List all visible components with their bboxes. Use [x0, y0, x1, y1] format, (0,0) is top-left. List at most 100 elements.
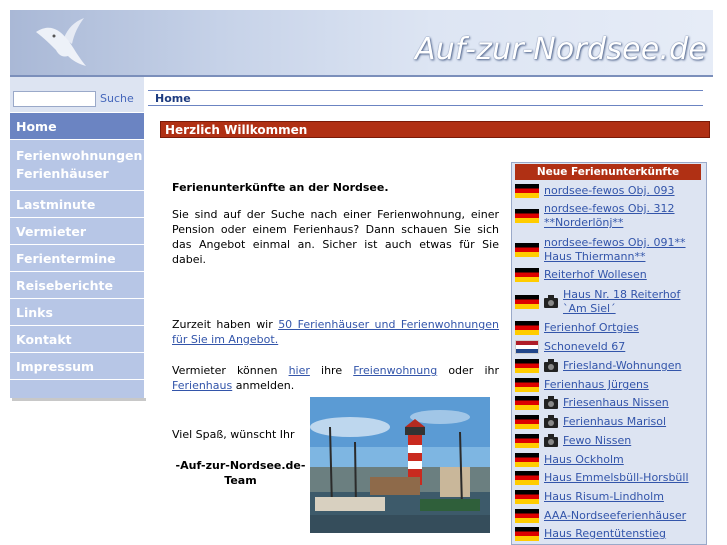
- listing-link[interactable]: Ferienhaus Marisol: [563, 415, 705, 429]
- listing-item[interactable]: Haus Nr. 18 Reiterhof `Am Siel´: [515, 286, 705, 318]
- landlord-suffix: anmelden.: [232, 379, 295, 392]
- germany-flag-icon: [515, 396, 539, 410]
- germany-flag-icon: [515, 321, 539, 335]
- team-signature: -Auf-zur-Nordsee.de- Team: [172, 458, 309, 488]
- nav-lastminute[interactable]: Lastminute: [10, 190, 144, 217]
- germany-flag-icon: [515, 184, 539, 198]
- nav-reiseberichte[interactable]: Reiseberichte: [10, 271, 144, 298]
- nav-impressum-label: Impressum: [16, 359, 95, 374]
- nav-home[interactable]: Home: [10, 112, 144, 139]
- listing-item[interactable]: Schoneveld 67: [515, 338, 705, 356]
- landlord-prefix: Vermieter können: [172, 364, 289, 377]
- search-button[interactable]: Suche: [100, 92, 134, 105]
- camera-icon: [544, 295, 558, 308]
- nav-impressum[interactable]: Impressum: [10, 352, 144, 379]
- germany-flag-icon: [515, 268, 539, 282]
- listing-item[interactable]: nordsee-fewos Obj. 093: [515, 182, 705, 200]
- germany-flag-icon: [515, 295, 539, 309]
- farewell-text: Viel Spaß, wünscht Ihr: [172, 428, 295, 441]
- listing-item[interactable]: Fewo Nissen: [515, 432, 705, 450]
- listing-item[interactable]: Friesland-Wohnungen: [515, 357, 705, 375]
- germany-flag-icon: [515, 415, 539, 429]
- main-content: Ferienunterkünfte an der Nordsee. Sie si…: [172, 180, 499, 393]
- landlord-middle1: ihre: [309, 364, 354, 377]
- team-line1: -Auf-zur-Nordsee.de-: [175, 459, 306, 472]
- listing-item[interactable]: Reiterhof Wollesen: [515, 266, 705, 284]
- listing-item[interactable]: Haus Ockholm: [515, 451, 705, 469]
- listing-item[interactable]: Friesenhaus Nissen: [515, 394, 705, 412]
- listing-link[interactable]: Haus Risum-Lindholm: [544, 490, 705, 504]
- germany-flag-icon: [515, 527, 539, 541]
- nav-kontakt-label: Kontakt: [16, 332, 72, 347]
- nav-lastminute-label: Lastminute: [16, 197, 96, 212]
- count-paragraph: Zurzeit haben wir 50 Ferienhäuser und Fe…: [172, 317, 499, 347]
- listing-link[interactable]: Fewo Nissen: [563, 434, 705, 448]
- landlord-paragraph: Vermieter können hier ihre Freienwohnung…: [172, 363, 499, 393]
- new-listings-title: Neue Ferienunterkünfte: [515, 164, 701, 180]
- germany-flag-icon: [515, 453, 539, 467]
- sidebar: Suche Home Ferienwohnungen Ferienhäuser …: [10, 77, 144, 398]
- site-title[interactable]: Auf-zur-Nordsee.de: [415, 32, 707, 67]
- listing-link[interactable]: AAA-Nordseeferienhäuser: [544, 509, 705, 523]
- breadcrumb[interactable]: Home: [155, 92, 191, 105]
- landlord-middle2: oder ihr: [437, 364, 500, 377]
- germany-flag-icon: [515, 434, 539, 448]
- listing-link[interactable]: Friesland-Wohnungen: [563, 359, 705, 373]
- listing-link[interactable]: Ferienhaus Jürgens: [544, 378, 705, 392]
- listing-item[interactable]: Ferienhaus Marisol: [515, 413, 705, 431]
- nav-filler: [10, 379, 144, 398]
- seagull-logo-icon: [36, 18, 86, 67]
- listing-item[interactable]: Haus Risum-Lindholm: [515, 488, 705, 506]
- nav-ferientermine[interactable]: Ferientermine: [10, 244, 144, 271]
- camera-icon: [544, 359, 558, 372]
- nav-reiseberichte-label: Reiseberichte: [16, 278, 113, 293]
- listing-link[interactable]: Friesenhaus Nissen: [563, 396, 705, 410]
- landlord-fewo-link[interactable]: Freienwohnung: [353, 364, 437, 377]
- germany-flag-icon: [515, 471, 539, 485]
- netherlands-flag-icon: [515, 340, 539, 354]
- germany-flag-icon: [515, 243, 539, 257]
- nav-links[interactable]: Links: [10, 298, 144, 325]
- germany-flag-icon: [515, 209, 539, 223]
- listing-item[interactable]: AAA-Nordseeferienhäuser: [515, 507, 705, 525]
- listing-link[interactable]: Haus Ockholm: [544, 453, 705, 467]
- germany-flag-icon: [515, 490, 539, 504]
- camera-icon: [544, 415, 558, 428]
- listing-item[interactable]: Ferienhof Ortgies: [515, 319, 705, 337]
- nav-ferienwohnungen[interactable]: Ferienwohnungen Ferienhäuser: [10, 139, 144, 190]
- listing-link[interactable]: nordsee-fewos Obj. 312 **Norderlönj**: [544, 202, 705, 230]
- listing-item[interactable]: nordsee-fewos Obj. 312 **Norderlönj**: [515, 200, 705, 232]
- listing-item[interactable]: Haus Emmelsbüll-Horsbüll: [515, 469, 705, 487]
- germany-flag-icon: [515, 378, 539, 392]
- listing-link[interactable]: Reiterhof Wollesen: [544, 268, 705, 282]
- nav-ferienwohnungen-label: Ferienwohnungen Ferienhäuser: [16, 148, 143, 181]
- germany-flag-icon: [515, 359, 539, 373]
- nav-kontakt[interactable]: Kontakt: [10, 325, 144, 352]
- listing-item[interactable]: nordsee-fewos Obj. 091** Haus Thiermann*…: [515, 234, 705, 266]
- nav-vermieter-label: Vermieter: [16, 224, 87, 239]
- count-prefix: Zurzeit haben wir: [172, 318, 279, 331]
- breadcrumb-bar: [148, 90, 703, 106]
- welcome-title: Herzlich Willkommen: [165, 123, 308, 137]
- camera-icon: [544, 434, 558, 447]
- listing-link[interactable]: Haus Regentütenstieg: [544, 527, 705, 541]
- content-heading: Ferienunterkünfte an der Nordsee.: [172, 181, 389, 194]
- listing-link[interactable]: nordsee-fewos Obj. 091** Haus Thiermann*…: [544, 236, 705, 264]
- listing-link[interactable]: Haus Emmelsbüll-Horsbüll: [544, 471, 705, 485]
- landlord-here-link[interactable]: hier: [289, 364, 310, 377]
- landlord-haus-link[interactable]: Ferienhaus: [172, 379, 232, 392]
- nav-vermieter[interactable]: Vermieter: [10, 217, 144, 244]
- sidebar-shadow: [12, 398, 146, 401]
- germany-flag-icon: [515, 509, 539, 523]
- search-input[interactable]: [13, 91, 96, 107]
- listing-item[interactable]: Ferienhaus Jürgens: [515, 376, 705, 394]
- nav-home-label: Home: [16, 119, 57, 134]
- listing-link[interactable]: Ferienhof Ortgies: [544, 321, 705, 335]
- listing-link[interactable]: Schoneveld 67: [544, 340, 705, 354]
- intro-text: Sie sind auf der Suche nach einer Ferien…: [172, 208, 499, 266]
- lighthouse-harbour-photo: [310, 397, 490, 533]
- listing-item[interactable]: Haus Regentütenstieg: [515, 525, 705, 543]
- camera-icon: [544, 396, 558, 409]
- listing-link[interactable]: Haus Nr. 18 Reiterhof `Am Siel´: [563, 288, 705, 316]
- listing-link[interactable]: nordsee-fewos Obj. 093: [544, 184, 705, 198]
